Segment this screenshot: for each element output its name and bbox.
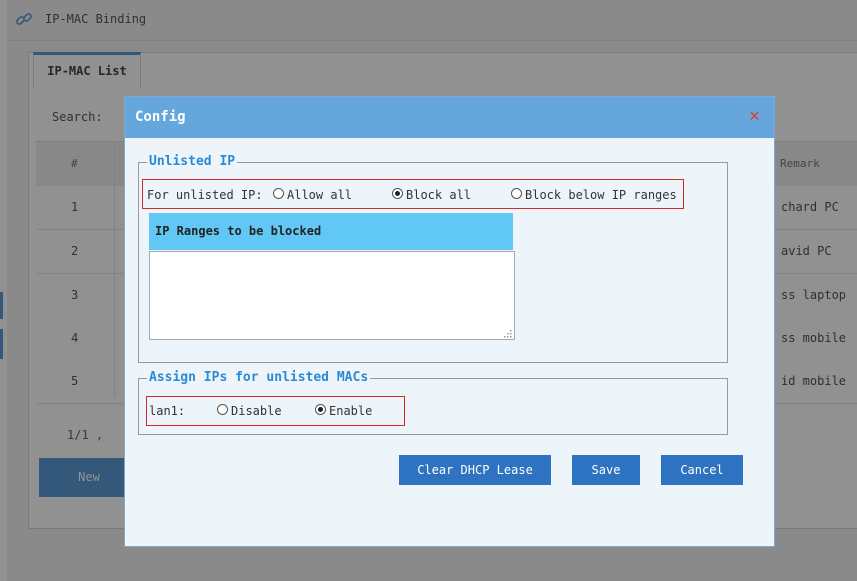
dialog-title: Config bbox=[135, 109, 186, 125]
enable-label[interactable]: Enable bbox=[329, 404, 372, 418]
unlisted-ip-label: For unlisted IP: bbox=[147, 188, 263, 202]
clear-dhcp-lease-button[interactable]: Clear DHCP Lease bbox=[399, 455, 551, 485]
ip-ranges-textarea[interactable] bbox=[149, 251, 515, 340]
block-ranges-radio[interactable] bbox=[511, 188, 522, 199]
lan1-label: lan1: bbox=[149, 404, 186, 418]
config-dialog: Config ✕ Unlisted IP For unlisted IP: Al… bbox=[124, 96, 775, 547]
block-all-label[interactable]: Block all bbox=[406, 188, 471, 202]
allow-all-label[interactable]: Allow all bbox=[287, 188, 352, 202]
disable-label[interactable]: Disable bbox=[231, 404, 282, 418]
disable-radio[interactable] bbox=[217, 404, 228, 415]
block-ranges-label[interactable]: Block below IP ranges bbox=[525, 188, 677, 202]
block-all-radio[interactable] bbox=[392, 188, 403, 199]
resize-grip-icon[interactable] bbox=[504, 330, 512, 338]
unlisted-ip-legend: Unlisted IP bbox=[147, 154, 238, 169]
allow-all-radio[interactable] bbox=[273, 188, 284, 199]
enable-radio[interactable] bbox=[315, 404, 326, 415]
save-button[interactable]: Save bbox=[572, 455, 640, 485]
cancel-button[interactable]: Cancel bbox=[661, 455, 743, 485]
assign-ips-legend: Assign IPs for unlisted MACs bbox=[147, 370, 371, 385]
ip-ranges-header: IP Ranges to be blocked bbox=[149, 213, 513, 250]
close-icon[interactable]: ✕ bbox=[749, 107, 760, 125]
ip-ranges-title: IP Ranges to be blocked bbox=[155, 224, 322, 238]
dialog-header: Config ✕ bbox=[125, 97, 774, 138]
